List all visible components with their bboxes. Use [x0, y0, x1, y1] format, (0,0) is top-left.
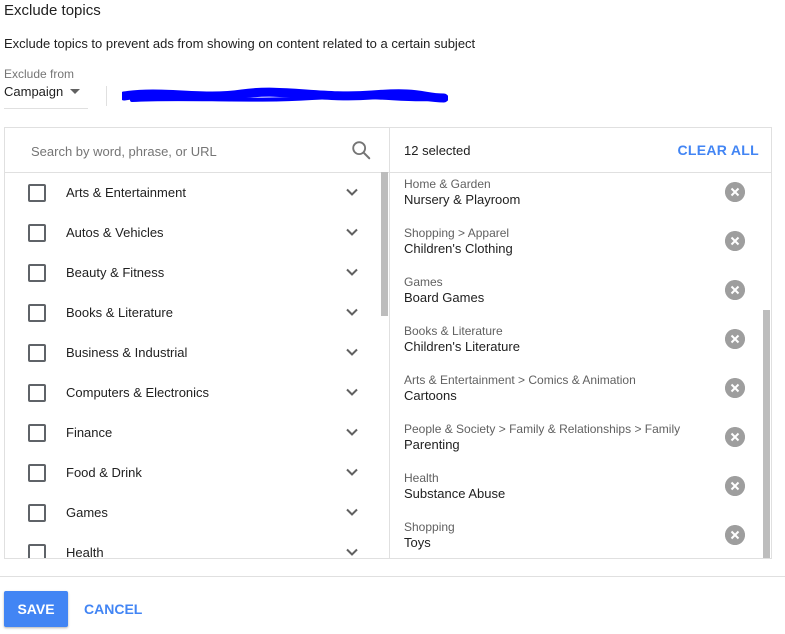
selected-item: Shopping > Apparel Children's Clothing: [390, 222, 762, 271]
topic-path: Home & Garden: [404, 177, 491, 191]
chevron-down-icon[interactable]: [345, 505, 359, 519]
category-row[interactable]: Beauty & Fitness: [5, 253, 381, 293]
category-label: Health: [66, 545, 104, 558]
category-label: Arts & Entertainment: [66, 185, 186, 200]
selected-topics: 12 selected CLEAR ALL Home & Garden Nurs…: [390, 128, 771, 558]
remove-icon[interactable]: [725, 378, 745, 398]
chevron-down-icon[interactable]: [345, 545, 359, 558]
chevron-down-icon[interactable]: [345, 185, 359, 199]
divider: [106, 86, 107, 106]
remove-icon[interactable]: [725, 182, 745, 202]
category-label: Food & Drink: [66, 465, 142, 480]
topic-name: Cartoons: [404, 388, 457, 403]
category-label: Beauty & Fitness: [66, 265, 165, 280]
category-label: Games: [66, 505, 108, 520]
selected-item: Home & Garden Nursery & Playroom: [390, 173, 762, 222]
chevron-down-icon[interactable]: [345, 225, 359, 239]
selected-item: People & Society > Family & Relationship…: [390, 418, 762, 467]
remove-icon[interactable]: [725, 280, 745, 300]
checkbox[interactable]: [28, 544, 46, 558]
remove-icon[interactable]: [725, 231, 745, 251]
category-label: Finance: [66, 425, 113, 440]
selected-item: Books & Literature Children's Literature: [390, 320, 762, 369]
topic-path: Health: [404, 471, 439, 485]
category-row[interactable]: Computers & Electronics: [5, 373, 381, 413]
topic-name: Board Games: [404, 290, 485, 305]
chevron-down-icon[interactable]: [345, 305, 359, 319]
category-row[interactable]: Finance: [5, 413, 381, 453]
selected-header: 12 selected CLEAR ALL: [390, 128, 771, 173]
chevron-down-icon[interactable]: [345, 265, 359, 279]
category-label: Books & Literature: [66, 305, 173, 320]
category-row[interactable]: Health: [5, 533, 381, 558]
category-label: Computers & Electronics: [66, 385, 210, 400]
caret-down-icon: [70, 89, 80, 94]
topic-name: Nursery & Playroom: [404, 192, 521, 207]
topic-name: Parenting: [404, 437, 460, 452]
cancel-button[interactable]: CANCEL: [84, 601, 142, 617]
selected-item: Shopping Toys: [390, 516, 762, 558]
dialog-title: Exclude topics: [4, 2, 101, 19]
selected-count: 12 selected: [404, 143, 471, 158]
topic-path: Shopping: [404, 520, 455, 534]
chevron-down-icon[interactable]: [345, 345, 359, 359]
remove-icon[interactable]: [725, 476, 745, 496]
dialog-subtitle: Exclude topics to prevent ads from showi…: [4, 36, 476, 51]
chevron-down-icon[interactable]: [345, 385, 359, 399]
category-row[interactable]: Food & Drink: [5, 453, 381, 493]
topic-path: Games: [404, 275, 443, 289]
category-row[interactable]: Books & Literature: [5, 293, 381, 333]
checkbox[interactable]: [28, 384, 46, 402]
topic-name: Children's Literature: [404, 339, 520, 354]
topics-panel: Arts & Entertainment Autos & Vehicles Be…: [4, 127, 772, 559]
checkbox[interactable]: [28, 464, 46, 482]
selected-item: Arts & Entertainment > Comics & Animatio…: [390, 369, 762, 418]
category-label: Autos & Vehicles: [66, 225, 164, 240]
topic-path: Shopping > Apparel: [404, 226, 510, 240]
save-button[interactable]: SAVE: [4, 591, 68, 627]
topic-name: Substance Abuse: [404, 486, 506, 501]
category-label: Business & Industrial: [66, 345, 188, 360]
chevron-down-icon[interactable]: [345, 425, 359, 439]
exclude-from-label: Exclude from: [4, 67, 75, 81]
topic-name: Children's Clothing: [404, 241, 513, 256]
chevron-down-icon[interactable]: [345, 465, 359, 479]
topic-path: People & Society > Family & Relationship…: [404, 422, 681, 436]
checkbox[interactable]: [28, 344, 46, 362]
topics-browser: Arts & Entertainment Autos & Vehicles Be…: [5, 128, 390, 558]
selected-item: Health Substance Abuse: [390, 467, 762, 516]
selected-item: Games Board Games: [390, 271, 762, 320]
search-icon[interactable]: [350, 139, 372, 161]
category-row[interactable]: Autos & Vehicles: [5, 213, 381, 253]
scrollbar-thumb[interactable]: [763, 310, 770, 558]
checkbox[interactable]: [28, 304, 46, 322]
scrollbar-thumb[interactable]: [381, 172, 388, 316]
clear-all-button[interactable]: CLEAR ALL: [677, 142, 759, 158]
checkbox[interactable]: [28, 224, 46, 242]
redacted-scribble: [122, 87, 448, 103]
search-input[interactable]: [29, 140, 343, 162]
remove-icon[interactable]: [725, 329, 745, 349]
topic-path: Arts & Entertainment > Comics & Animatio…: [404, 373, 636, 387]
topic-name: Toys: [404, 535, 431, 550]
checkbox[interactable]: [28, 424, 46, 442]
exclude-from-dropdown[interactable]: Campaign: [4, 84, 88, 109]
category-row[interactable]: Games: [5, 493, 381, 533]
category-row[interactable]: Business & Industrial: [5, 333, 381, 373]
footer-divider: [0, 576, 785, 577]
category-row[interactable]: Arts & Entertainment: [5, 173, 381, 213]
topic-path: Books & Literature: [404, 324, 503, 338]
search-bar: [5, 128, 389, 173]
checkbox[interactable]: [28, 264, 46, 282]
exclude-from-value: Campaign: [4, 84, 64, 99]
checkbox[interactable]: [28, 184, 46, 202]
remove-icon[interactable]: [725, 525, 745, 545]
checkbox[interactable]: [28, 504, 46, 522]
remove-icon[interactable]: [725, 427, 745, 447]
